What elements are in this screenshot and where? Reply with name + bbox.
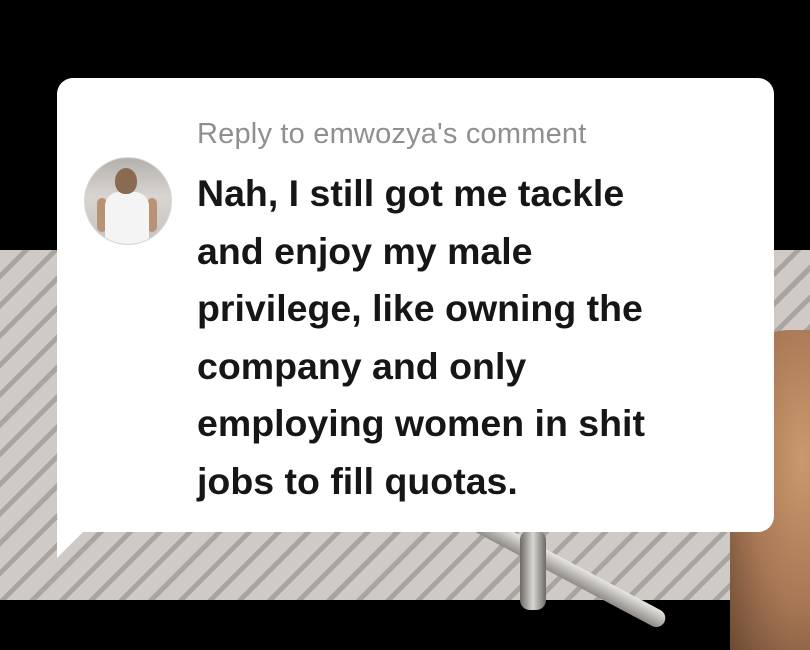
- comment-line: privilege, like owning the: [197, 287, 643, 329]
- comment-body: Nah, I still got me tackle and enjoy my …: [197, 165, 757, 510]
- comment-line: jobs to fill quotas.: [197, 459, 518, 502]
- comment-line: Nah, I still got me tackle: [197, 172, 625, 214]
- comment-line: employing women in shit: [197, 402, 645, 444]
- comment-line: company and only: [197, 344, 527, 387]
- reply-to-header[interactable]: Reply to emwozya's comment: [197, 118, 586, 151]
- railing-post: [520, 530, 546, 610]
- comment-line: and enjoy my male: [197, 229, 533, 272]
- commenter-avatar[interactable]: [84, 157, 172, 245]
- bubble-tail: [57, 520, 95, 558]
